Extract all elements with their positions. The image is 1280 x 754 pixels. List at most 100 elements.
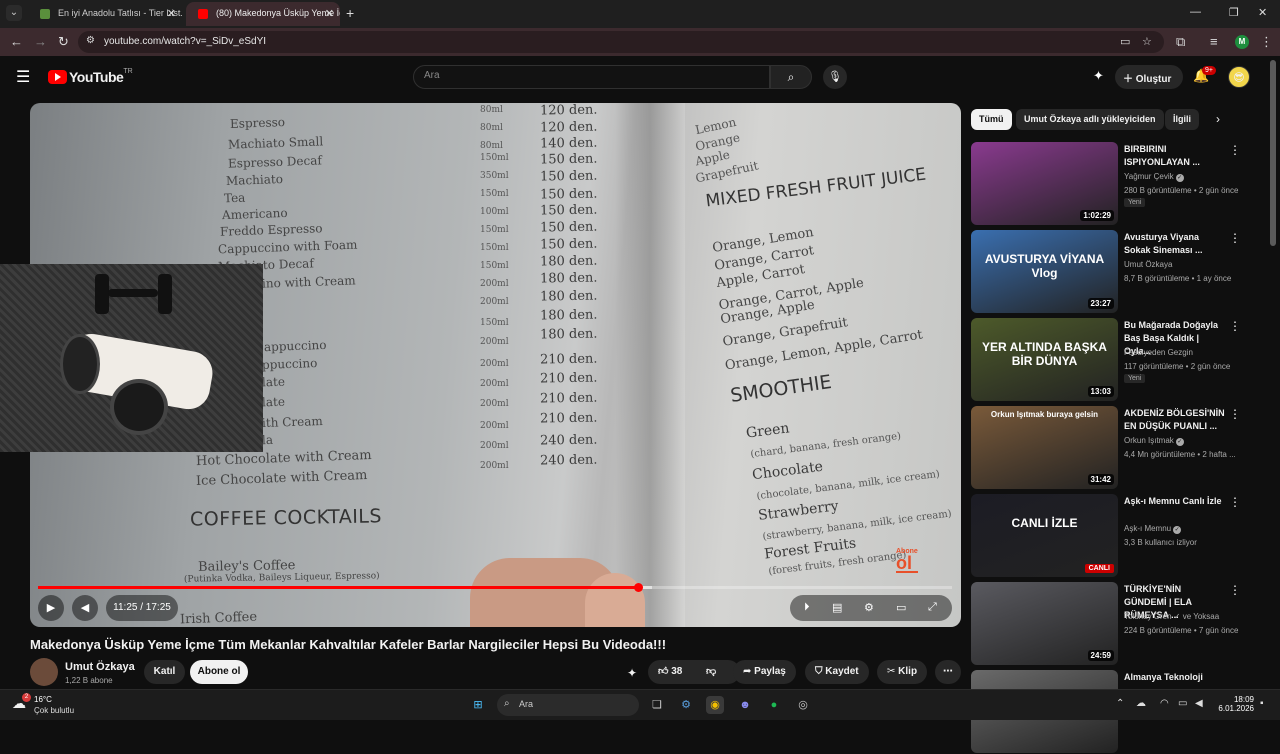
profile-avatar[interactable]: M bbox=[1235, 35, 1249, 49]
like-count[interactable]: 38 bbox=[671, 666, 682, 677]
save-button[interactable]: ⛉ Kaydet bbox=[805, 660, 869, 684]
notification-center-icon[interactable]: ▪ bbox=[1260, 698, 1264, 709]
share-button[interactable]: ➦ Paylaş bbox=[733, 660, 796, 684]
bookmark-star-icon[interactable]: ☆ bbox=[1142, 35, 1152, 48]
more-actions-button[interactable]: ⋯ bbox=[935, 660, 961, 684]
more-options-icon[interactable]: ⋮ bbox=[1229, 495, 1241, 509]
address-bar[interactable]: ⚙ youtube.com/watch?v=_SiDv_eSdYI ▭ ☆ bbox=[78, 31, 1164, 53]
dislike-icon[interactable]: 👎︎ bbox=[706, 660, 716, 684]
play-button[interactable]: ▶ bbox=[38, 595, 64, 621]
scrubber-handle[interactable] bbox=[633, 583, 643, 592]
display-icon[interactable]: ▭ bbox=[1178, 698, 1187, 709]
create-button[interactable]: ＋ Oluştur bbox=[1115, 65, 1183, 89]
more-options-icon[interactable]: ⋮ bbox=[1229, 319, 1241, 333]
recommendation-channel[interactable]: Orkun Işıtmak ✓ bbox=[1124, 436, 1184, 446]
chip-all[interactable]: Tümü bbox=[971, 109, 1012, 130]
recommendation-title[interactable]: Aşk-ı Memnu Canlı İzle bbox=[1124, 495, 1226, 508]
tab-search-icon[interactable]: ⌄ bbox=[6, 5, 22, 21]
guide-menu-icon[interactable]: ☰ bbox=[16, 67, 30, 87]
wifi-icon[interactable]: ◠ bbox=[1160, 698, 1169, 709]
video-thumbnail[interactable]: 24:59 bbox=[971, 582, 1118, 665]
join-button[interactable]: Katıl bbox=[144, 660, 185, 684]
extensions-icon[interactable]: ⧉ bbox=[1176, 34, 1185, 50]
recommendation-item[interactable]: 24:59 TÜRKİYE'NİN GÜNDEMİ | ELA RÜMEYSA .… bbox=[971, 582, 1261, 666]
cloud-tray-icon[interactable]: ☁ bbox=[1136, 698, 1146, 709]
temperature[interactable]: 16°C bbox=[34, 695, 52, 704]
more-options-icon[interactable]: ⋮ bbox=[1229, 583, 1241, 597]
gemini-ask-icon[interactable]: ✦ bbox=[627, 666, 637, 680]
chip-from-uploader[interactable]: Umut Özkaya adlı yükleyiciden bbox=[1016, 109, 1164, 130]
recommendation-channel[interactable]: Yağmur Çevik ✓ bbox=[1124, 172, 1184, 182]
close-window-icon[interactable]: ✕ bbox=[1258, 6, 1267, 19]
channel-avatar[interactable] bbox=[30, 658, 58, 686]
autoplay-toggle-icon[interactable]: ⏵ bbox=[804, 601, 810, 614]
reload-icon[interactable]: ↻ bbox=[58, 34, 69, 50]
back-icon[interactable]: ← bbox=[10, 34, 23, 49]
video-thumbnail[interactable]: 1:02:29 bbox=[971, 142, 1118, 225]
video-thumbnail[interactable]: YER ALTINDA BAŞKA BİR DÜNYA 13:03 bbox=[971, 318, 1118, 401]
taskbar-search[interactable]: ⌕ Ara bbox=[497, 694, 639, 716]
recommendation-item[interactable]: AVUSTURYA VİYANA Vlog 23:27 Avusturya Viya… bbox=[971, 230, 1261, 314]
recommendation-item[interactable]: 1:02:29 BIRBIRINI ISPIYONLAYAN ... Yağmur … bbox=[971, 142, 1261, 226]
recommendation-channel[interactable]: Aşk-ı Memnu ✓ bbox=[1124, 524, 1182, 534]
subscribe-button[interactable]: Abone ol bbox=[190, 660, 248, 684]
settings-gear-icon[interactable]: ⚙ bbox=[864, 601, 874, 614]
recommendation-item[interactable]: CANLI İZLE CANLI Aşk-ı Memnu Canlı İzle Aşk… bbox=[971, 494, 1261, 578]
media-icon[interactable]: ≡ bbox=[1210, 34, 1218, 49]
recommendation-channel[interactable]: Tolunay Ören ✓ ve Yoksaa bbox=[1124, 612, 1219, 621]
browser-tab-2[interactable]: (80) Makedonya Üsküp Yeme İç... ✕ bbox=[186, 2, 340, 26]
channel-name[interactable]: Umut Özkaya bbox=[65, 661, 135, 673]
spotify-icon[interactable]: ● bbox=[765, 696, 783, 714]
chrome-icon[interactable]: ◉ bbox=[706, 696, 724, 714]
restore-icon[interactable]: ❐ bbox=[1229, 6, 1239, 19]
theater-mode-icon[interactable]: ▭ bbox=[896, 601, 906, 614]
browser-tab-1[interactable]: En iyi Anadolu Tatlısı - Tier List... ✕ bbox=[28, 2, 182, 26]
app-icon[interactable]: ◎ bbox=[794, 696, 812, 714]
more-options-icon[interactable]: ⋮ bbox=[1229, 143, 1241, 157]
subtitles-icon[interactable]: ▤ bbox=[832, 601, 842, 614]
like-icon[interactable]: 👍︎ bbox=[658, 666, 671, 677]
minimize-icon[interactable]: — bbox=[1190, 6, 1201, 18]
cast-icon[interactable]: ▭ bbox=[1120, 35, 1130, 48]
mute-button[interactable]: ◀ bbox=[72, 595, 98, 621]
video-thumbnail[interactable]: AVUSTURYA VİYANA Vlog 23:27 bbox=[971, 230, 1118, 313]
task-view-icon[interactable]: ❏ bbox=[648, 696, 666, 714]
recommendation-item[interactable]: Orkun Işıtmak buraya gelsin 31:42 AKDENİZ … bbox=[971, 406, 1261, 490]
video-thumbnail[interactable]: CANLI İZLE CANLI bbox=[971, 494, 1118, 577]
recommendation-title[interactable]: AKDENİZ BÖLGESİ'NİN EN DÜŞÜK PUANLI ... bbox=[1124, 407, 1226, 433]
tab-close-icon[interactable]: ✕ bbox=[325, 7, 334, 20]
video-thumbnail[interactable]: Orkun Işıtmak buraya gelsin 31:42 bbox=[971, 406, 1118, 489]
account-avatar[interactable]: 😎 bbox=[1228, 66, 1250, 88]
recommendation-channel[interactable]: Umut Özkaya bbox=[1124, 260, 1172, 269]
recommendation-channel[interactable]: Fasulyeden Gezgin bbox=[1124, 348, 1193, 357]
clip-button[interactable]: ✂ Klip bbox=[877, 660, 928, 684]
search-button[interactable]: ⌕ bbox=[770, 65, 812, 89]
more-options-icon[interactable]: ⋮ bbox=[1229, 231, 1241, 245]
recommendation-title[interactable]: Almanya Teknoloji bbox=[1124, 671, 1226, 684]
app-icon[interactable]: ⚙ bbox=[677, 696, 695, 714]
weather-condition[interactable]: Çok bulutlu bbox=[34, 706, 74, 715]
gemini-icon[interactable]: ✦ bbox=[1093, 68, 1104, 84]
tab-close-icon[interactable]: ✕ bbox=[167, 7, 176, 20]
new-tab-icon[interactable]: + bbox=[346, 5, 354, 21]
recommendation-title[interactable]: Avusturya Viyana Sokak Sineması ... bbox=[1124, 231, 1226, 257]
system-clock[interactable]: 18:09 6.01.2026 bbox=[1210, 695, 1254, 713]
browser-menu-icon[interactable]: ⋮ bbox=[1260, 34, 1273, 50]
fullscreen-icon[interactable]: ⤢ bbox=[928, 601, 937, 614]
search-input[interactable]: Ara bbox=[413, 65, 770, 89]
site-info-icon[interactable]: ⚙ bbox=[86, 35, 95, 46]
abone-ol-watermark[interactable]: Abone ol bbox=[896, 548, 918, 573]
recommendation-title[interactable]: BIRBIRINI ISPIYONLAYAN ... bbox=[1124, 143, 1226, 169]
chip-next-icon[interactable]: › bbox=[1216, 112, 1220, 126]
speaker-icon[interactable]: ◀ bbox=[1195, 698, 1203, 709]
tray-overflow-icon[interactable]: ⌃ bbox=[1116, 698, 1124, 709]
discord-icon[interactable]: ☻ bbox=[736, 696, 754, 714]
recommendation-item[interactable]: YER ALTINDA BAŞKA BİR DÜNYA 13:03 Bu Mağar… bbox=[971, 318, 1261, 402]
windows-start-icon[interactable]: ⊞ bbox=[469, 696, 487, 714]
page-scrollbar[interactable] bbox=[1270, 60, 1276, 246]
voice-search-button[interactable]: 🎙 bbox=[823, 65, 847, 89]
youtube-logo[interactable]: YouTubeTR bbox=[48, 68, 133, 86]
chip-related[interactable]: İlgili bbox=[1165, 109, 1199, 130]
forward-icon[interactable]: → bbox=[34, 34, 47, 49]
more-options-icon[interactable]: ⋮ bbox=[1229, 407, 1241, 421]
